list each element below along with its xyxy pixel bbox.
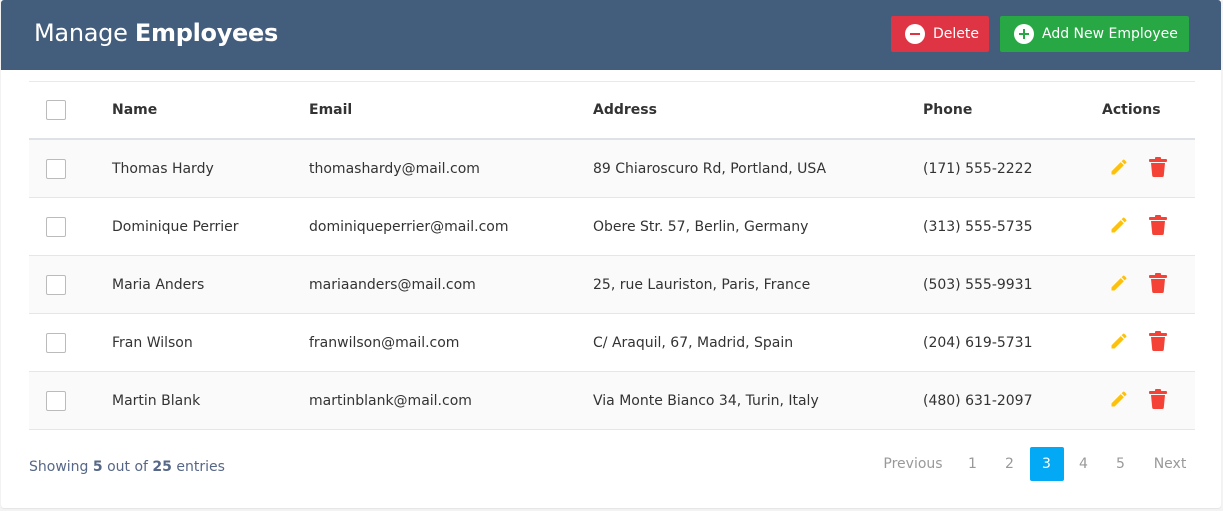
shown-count: 5 (92, 459, 103, 475)
out-of-label: out of (107, 459, 148, 475)
table-row: Maria Anders mariaanders@mail.com 25, rue … (29, 256, 1195, 314)
table-row: Thomas Hardy thomashardy@mail.com 89 Chiar… (29, 140, 1195, 198)
edit-icon[interactable] (1109, 273, 1129, 297)
employee-address: 25, rue Lauriston, Paris, France (593, 276, 811, 293)
employee-address: 89 Chiaroscuro Rd, Portland, USA (593, 160, 827, 177)
employee-address: Obere Str. 57, Berlin, Germany (593, 218, 809, 235)
employee-name: Maria Anders (112, 276, 205, 293)
select-all-checkbox[interactable] (46, 100, 66, 120)
trash-icon[interactable] (1149, 272, 1167, 297)
row-checkbox[interactable] (46, 216, 66, 237)
delete-button-label: Delete (933, 26, 979, 42)
edit-icon[interactable] (1109, 389, 1129, 413)
table-row: Fran Wilson franwilson@mail.com C/ Araquil… (29, 314, 1195, 372)
employee-phone: (503) 555-9931 (923, 276, 1033, 293)
trash-icon[interactable] (1149, 388, 1167, 413)
employee-name: Dominique Perrier (112, 218, 239, 235)
employee-name: Fran Wilson (112, 334, 193, 351)
column-header-phone: Phone (923, 102, 973, 118)
row-actions (1102, 314, 1167, 371)
row-select-cell (46, 372, 66, 429)
row-checkbox[interactable] (46, 332, 66, 353)
column-header-name: Name (112, 102, 158, 118)
column-header-email: Email (309, 102, 353, 118)
employee-name: Thomas Hardy (112, 160, 214, 177)
edit-icon[interactable] (1109, 331, 1129, 355)
add-new-employee-button[interactable]: Add New Employee (1000, 16, 1189, 52)
employee-email: franwilson@mail.com (309, 334, 460, 351)
pagination-previous[interactable]: Previous (878, 447, 948, 481)
row-select-cell (46, 256, 66, 313)
minus-circle-icon (905, 24, 925, 44)
pagination: Previous 12345 Next (878, 447, 1195, 481)
employee-phone: (204) 619-5731 (923, 334, 1033, 351)
table-row: Dominique Perrier dominiqueperrier@mail.c… (29, 198, 1195, 256)
row-actions (1102, 140, 1167, 197)
page-title-prefix: Manage (34, 19, 128, 47)
column-header-actions: Actions (1102, 102, 1161, 118)
employee-phone: (313) 555-5735 (923, 218, 1033, 235)
page-4-link[interactable]: 4 (1067, 447, 1101, 481)
pagination-pages: 12345 (954, 447, 1139, 481)
page-2-link[interactable]: 2 (993, 447, 1027, 481)
employee-email: thomashardy@mail.com (309, 160, 480, 177)
edit-icon[interactable] (1109, 215, 1129, 239)
employee-address: Via Monte Bianco 34, Turin, Italy (593, 392, 819, 409)
row-checkbox[interactable] (46, 390, 66, 411)
plus-circle-icon (1014, 24, 1034, 44)
showing-label: Showing (29, 459, 89, 475)
row-actions (1102, 198, 1167, 255)
employees-table: Name Email Address Phone Actions Thomas … (29, 81, 1195, 430)
select-all-cell (46, 82, 66, 138)
row-checkbox[interactable] (46, 274, 66, 295)
table-row: Martin Blank martinblank@mail.com Via Mont… (29, 372, 1195, 430)
row-actions (1102, 372, 1167, 429)
trash-icon[interactable] (1149, 156, 1167, 181)
row-select-cell (46, 140, 66, 197)
table-header: Name Email Address Phone Actions (29, 81, 1195, 140)
row-checkbox[interactable] (46, 158, 66, 179)
trash-icon[interactable] (1149, 214, 1167, 239)
employee-address: C/ Araquil, 67, Madrid, Spain (593, 334, 794, 351)
employee-email: dominiqueperrier@mail.com (309, 218, 509, 235)
delete-button[interactable]: Delete (891, 16, 989, 52)
employee-name: Martin Blank (112, 392, 201, 409)
employee-email: martinblank@mail.com (309, 392, 472, 409)
entries-label: entries (176, 459, 225, 475)
employees-panel: Manage Employees Delete Add New Employee… (1, 0, 1221, 508)
page-title: Manage Employees (34, 19, 278, 47)
edit-icon[interactable] (1109, 157, 1129, 181)
title-bar: Manage Employees Delete Add New Employee (1, 0, 1221, 70)
total-count: 25 (152, 459, 172, 475)
row-actions (1102, 256, 1167, 313)
page-title-bold: Employees (134, 19, 278, 47)
employee-phone: (480) 631-2097 (923, 392, 1033, 409)
row-select-cell (46, 198, 66, 255)
table-body: Thomas Hardy thomashardy@mail.com 89 Chiar… (29, 140, 1195, 430)
add-button-label: Add New Employee (1042, 26, 1178, 42)
entries-summary: Showing 5 out of 25 entries (29, 459, 225, 475)
employee-phone: (171) 555-2222 (923, 160, 1033, 177)
pagination-next[interactable]: Next (1145, 447, 1195, 481)
trash-icon[interactable] (1149, 330, 1167, 355)
page-3-link[interactable]: 3 (1029, 447, 1064, 481)
employee-email: mariaanders@mail.com (309, 276, 476, 293)
row-select-cell (46, 314, 66, 371)
page-5-link[interactable]: 5 (1104, 447, 1138, 481)
page-1-link[interactable]: 1 (956, 447, 990, 481)
column-header-address: Address (593, 102, 657, 118)
